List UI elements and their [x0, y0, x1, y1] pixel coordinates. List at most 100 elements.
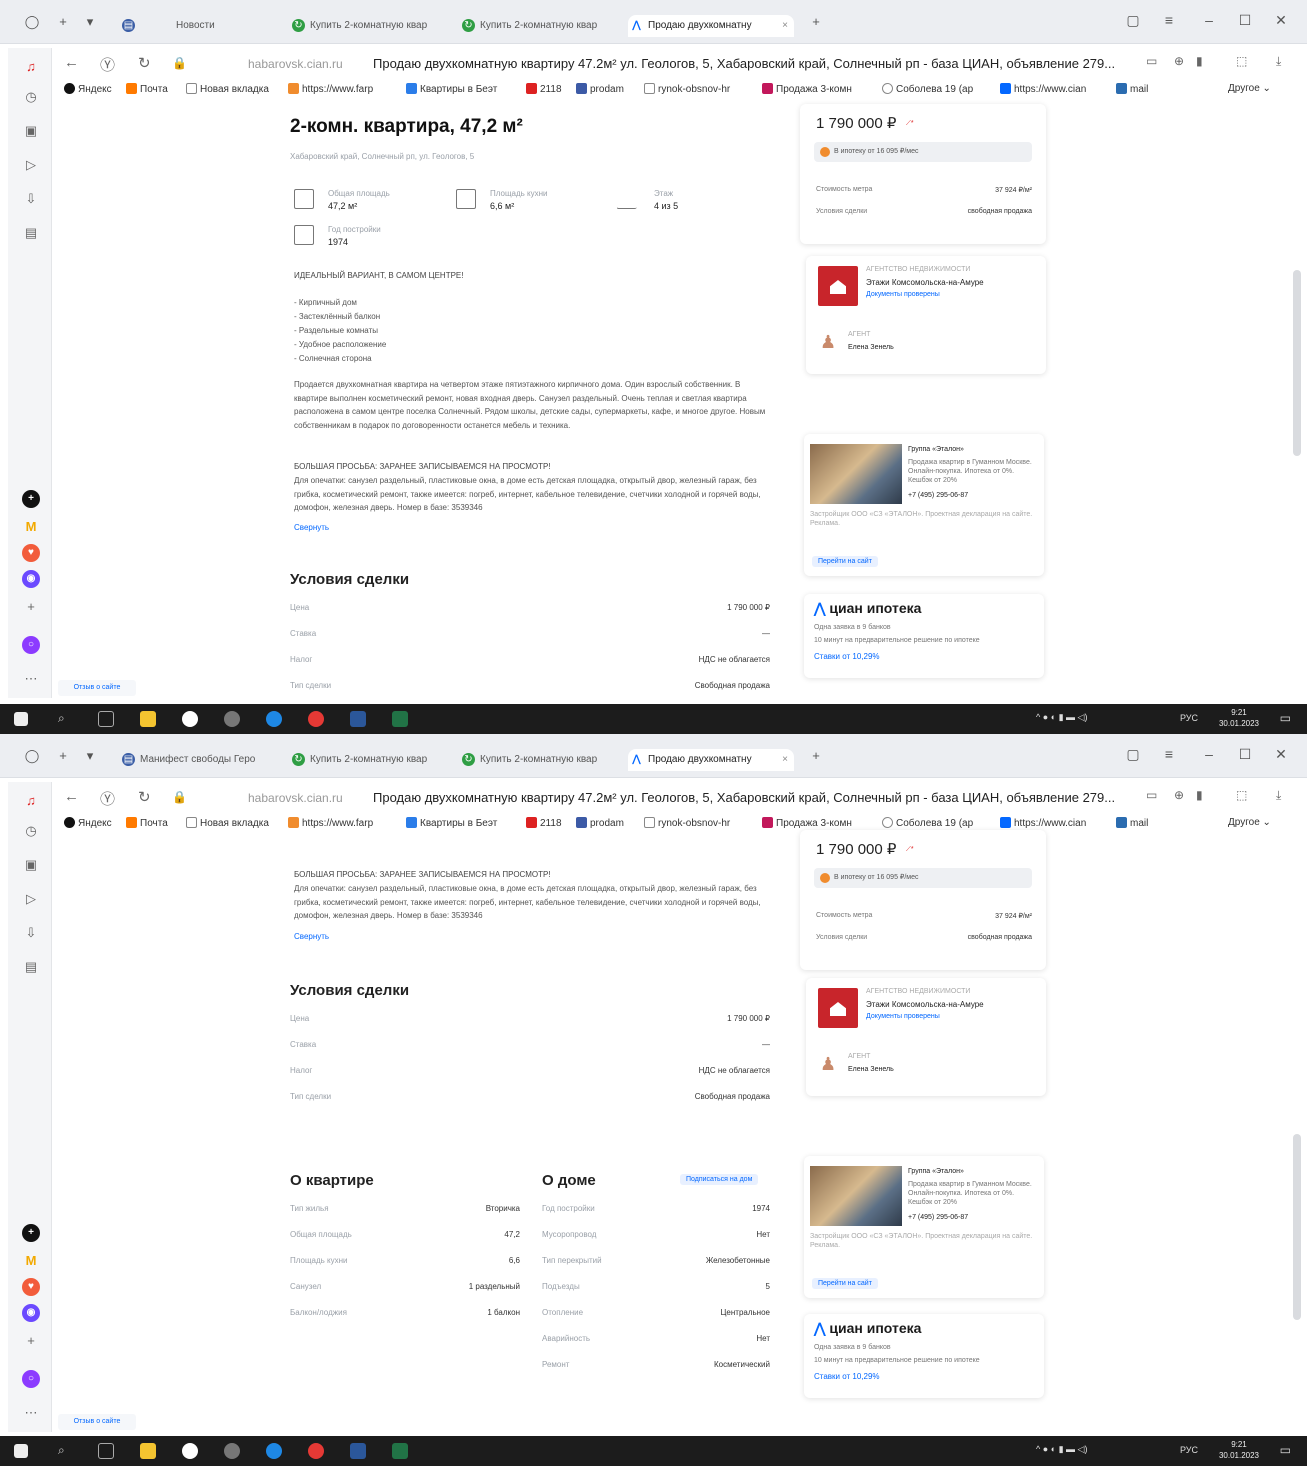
maximize-icon[interactable]: ☐ — [1236, 746, 1254, 763]
bookmark-rynok[interactable]: rynok-obsnov-hr — [644, 817, 730, 829]
ipoteka-rate-link[interactable]: Ставки от 10,29% — [814, 652, 880, 661]
agent-name[interactable]: Елена Зенель — [848, 344, 894, 351]
task-view-icon[interactable] — [98, 711, 114, 727]
bookmark-other[interactable]: Другое ⌄ — [1228, 817, 1271, 828]
bookmark-soboleva[interactable]: Соболева 19 (ар — [882, 83, 973, 95]
alice-icon[interactable]: ○ — [22, 636, 40, 654]
ipoteka-rate-link[interactable]: Ставки от 10,29% — [814, 1372, 880, 1381]
bookmark-rynok[interactable]: rynok-obsnov-hr — [644, 83, 730, 95]
bookmark-newtab[interactable]: Новая вкладка — [186, 83, 269, 95]
bookmark-farp[interactable]: https://www.farp — [288, 817, 373, 829]
agency-logo[interactable] — [818, 988, 858, 1028]
ipoteka-card[interactable]: ⋀ циан ипотека Одна заявка в 9 банков 10… — [804, 1314, 1044, 1398]
more-icon[interactable]: ⋯ — [22, 670, 40, 688]
start-icon[interactable] — [14, 712, 28, 726]
new-tab-icon[interactable]: + — [808, 14, 824, 30]
reload-icon[interactable]: ↻ — [138, 788, 151, 806]
close-window-icon[interactable]: ✕ — [1272, 746, 1290, 763]
metro-icon[interactable]: M — [22, 518, 40, 536]
yandex-browser-icon[interactable] — [182, 711, 198, 727]
start-icon[interactable] — [14, 1444, 28, 1458]
agency-logo[interactable] — [818, 266, 858, 306]
page-scrollbar[interactable] — [1293, 1134, 1301, 1320]
edge-icon[interactable] — [266, 711, 282, 727]
reader-icon[interactable]: ▭ — [1146, 788, 1157, 802]
agency-name[interactable]: Этажи Комсомольска-на-Амуре — [866, 278, 984, 287]
bookmark-prodazha[interactable]: Продажа 3-комн — [762, 83, 852, 95]
tab-cian-2[interactable]: ↻ Купить 2-комнатную квар — [460, 15, 620, 37]
clock[interactable]: 9:21 30.01.2023 — [1219, 1439, 1259, 1461]
messenger-icon[interactable]: ◉ — [22, 570, 40, 588]
collapse-link[interactable]: Свернуть — [294, 521, 766, 535]
close-window-icon[interactable]: ✕ — [1272, 12, 1290, 29]
bookmark-icon[interactable]: ▮ — [1196, 788, 1203, 802]
alice-icon[interactable]: ○ — [22, 1370, 40, 1388]
bookmark-icon[interactable]: ▮ — [1196, 54, 1203, 68]
tab-list-icon[interactable]: ▾ — [82, 14, 98, 30]
language-indicator[interactable]: РУС — [1180, 1445, 1198, 1455]
extension-icon[interactable]: ⬚ — [1236, 788, 1247, 802]
ad-cta-button[interactable]: Перейти на сайт — [812, 556, 878, 567]
bookmark-yandex[interactable]: Яндекс — [64, 817, 112, 829]
tray-icons[interactable]: ^ ● ◐ ▮ ▬ ◁) — [1036, 1444, 1087, 1455]
play-icon[interactable]: ▷ — [22, 890, 40, 908]
history-icon[interactable]: ◷ — [22, 822, 40, 840]
notifications-icon[interactable]: ♫ — [22, 58, 40, 76]
bookmark-flats[interactable]: Квартиры в Беэт — [406, 817, 497, 829]
download-icon[interactable]: ⤓ — [1276, 54, 1281, 69]
bookmark-mailru[interactable]: mail — [1116, 83, 1148, 95]
share-icon[interactable]: ⊕ — [1174, 788, 1184, 802]
yandex-icon[interactable] — [308, 1443, 324, 1459]
market-icon[interactable]: ♥ — [22, 544, 40, 562]
clock[interactable]: 9:21 30.01.2023 — [1219, 707, 1259, 729]
back-icon[interactable]: ← — [64, 54, 79, 71]
music-icon[interactable]: + — [22, 490, 40, 508]
minimize-icon[interactable]: – — [1200, 12, 1218, 28]
menu-icon[interactable]: ≡ — [1160, 746, 1178, 762]
market-icon[interactable]: ♥ — [22, 1278, 40, 1296]
ad-phone[interactable]: +7 (495) 295-06-87 — [908, 1214, 968, 1221]
mortgage-pill[interactable]: В ипотеку от 16 095 ₽/мес — [814, 868, 1032, 888]
tab-cian-1[interactable]: ↻ Купить 2-комнатную квар — [290, 749, 450, 771]
ad-card[interactable]: Группа «Эталон» Продажа квартир в Гуманн… — [804, 434, 1044, 576]
close-icon[interactable]: × — [782, 749, 788, 771]
tab-list-icon[interactable]: ▾ — [82, 748, 98, 764]
bookmark-mail[interactable]: Почта — [126, 83, 168, 95]
extension-icon[interactable]: ⬚ — [1236, 54, 1247, 68]
mortgage-pill[interactable]: В ипотеку от 16 095 ₽/мес — [814, 142, 1032, 162]
add-panel-icon[interactable]: + — [22, 598, 40, 616]
bookmark-soboleva[interactable]: Соболева 19 (ар — [882, 817, 973, 829]
close-icon[interactable]: × — [782, 15, 788, 37]
tab-listing[interactable]: ⋀ Продаю двухкомнатну × — [628, 749, 794, 771]
url-domain[interactable]: habarovsk.cian.ru — [248, 791, 343, 805]
ad-card[interactable]: Группа «Эталон» Продажа квартир в Гуманн… — [804, 1156, 1044, 1298]
explorer-icon[interactable] — [140, 1443, 156, 1459]
ad-cta-button[interactable]: Перейти на сайт — [812, 1278, 878, 1289]
add-panel-icon[interactable]: + — [22, 1332, 40, 1350]
music-icon[interactable]: + — [22, 1224, 40, 1242]
agent-name[interactable]: Елена Зенель — [848, 1066, 894, 1073]
share-icon[interactable]: ⊕ — [1174, 54, 1184, 68]
maximize-icon[interactable]: ☐ — [1236, 12, 1254, 29]
tab-cian-2[interactable]: ↻ Купить 2-комнатную квар — [460, 749, 620, 771]
price-chart-icon[interactable]: ⟋* — [906, 846, 914, 854]
feedback-button[interactable]: Отзыв о сайте — [58, 680, 136, 696]
profile-icon[interactable]: ◯ — [24, 14, 40, 30]
app-icon[interactable] — [224, 711, 240, 727]
notification-icon[interactable]: ▭ — [1280, 711, 1291, 725]
page-scrollbar[interactable] — [1293, 270, 1301, 456]
bookmark-2118[interactable]: 2118 — [526, 83, 562, 95]
agent-avatar[interactable]: ♟ — [820, 1054, 836, 1075]
menu-icon[interactable]: ≡ — [1160, 12, 1178, 28]
bookmark-cian[interactable]: https://www.cian — [1000, 83, 1086, 95]
profile-icon[interactable]: ◯ — [24, 748, 40, 764]
excel-icon[interactable] — [392, 711, 408, 727]
reader-icon[interactable]: ▭ — [1146, 54, 1157, 68]
explorer-icon[interactable] — [140, 711, 156, 727]
subscribe-house-button[interactable]: Подписаться на дом — [680, 1174, 759, 1185]
yandex-icon[interactable] — [308, 711, 324, 727]
yandex-icon[interactable]: Ⓨ — [100, 788, 115, 809]
bookmark-prodam[interactable]: prodam — [576, 83, 624, 95]
bookmark-2118[interactable]: 2118 — [526, 817, 562, 829]
url-domain[interactable]: habarovsk.cian.ru — [248, 57, 343, 71]
